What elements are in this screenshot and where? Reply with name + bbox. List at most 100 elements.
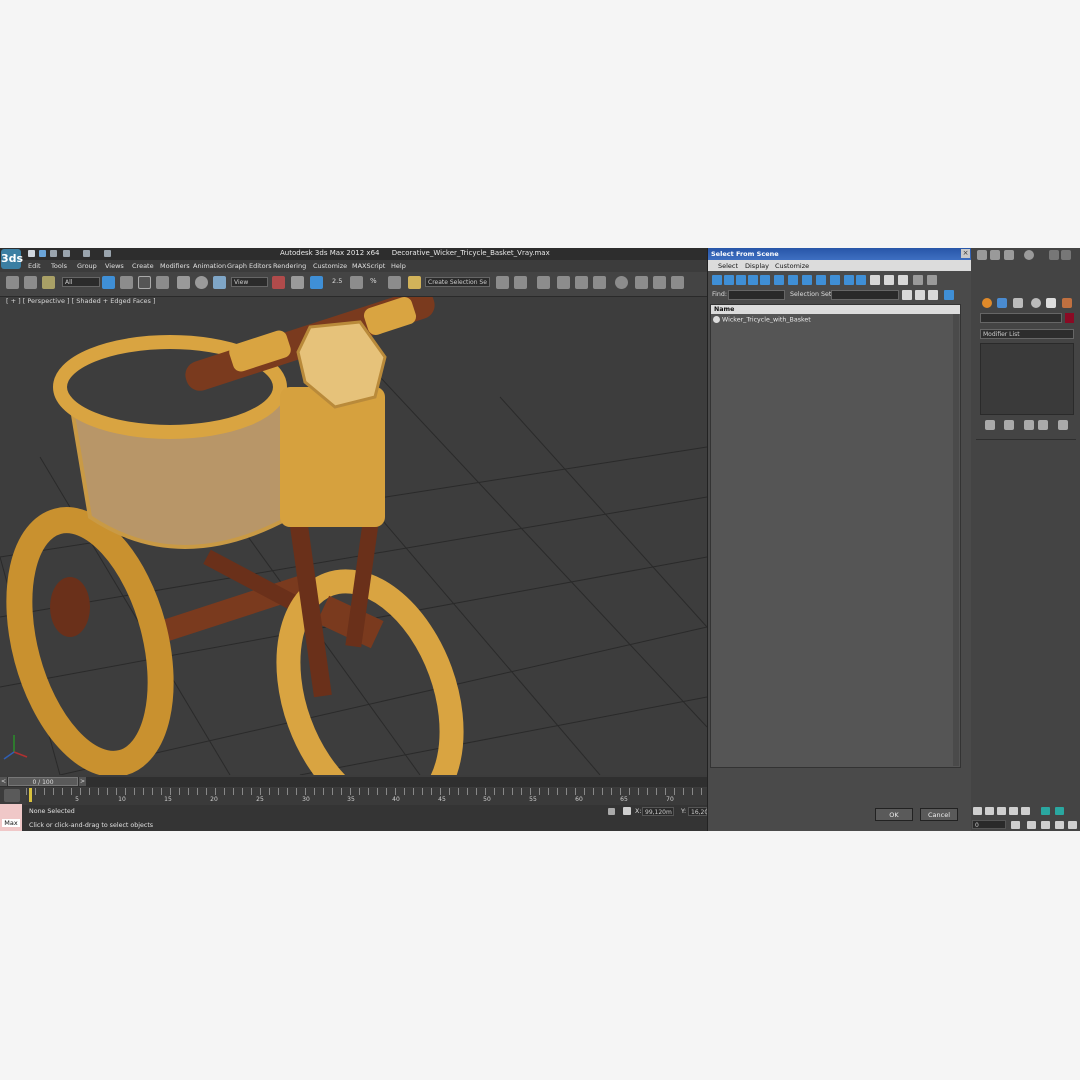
pin-stack-icon[interactable] xyxy=(985,420,995,430)
material-editor-icon[interactable] xyxy=(615,276,628,289)
menu-graph-editors[interactable]: Graph Editors xyxy=(227,262,272,270)
reference-coord-dropdown[interactable]: View xyxy=(231,277,268,287)
hierarchy-tab-icon[interactable] xyxy=(1013,298,1023,308)
menu-animation[interactable]: Animation xyxy=(193,262,226,270)
mini-curve-editor-icon[interactable] xyxy=(4,789,20,802)
viewport-label[interactable]: [ + ] [ Perspective ] [ Shaded + Edged F… xyxy=(6,297,156,305)
column-name-header[interactable]: Name xyxy=(714,306,734,313)
pan-view-icon[interactable] xyxy=(1041,821,1050,829)
scene-object-list[interactable]: Name Wicker_Tricycle_with_Basket xyxy=(710,304,961,768)
current-frame-field[interactable]: 0 xyxy=(972,820,1006,829)
display-lights-icon[interactable] xyxy=(736,275,746,285)
restore-icon[interactable] xyxy=(1061,250,1071,260)
select-none-icon[interactable] xyxy=(884,275,894,285)
menu-create[interactable]: Create xyxy=(132,262,154,270)
make-unique-icon[interactable] xyxy=(1024,420,1034,430)
link-icon[interactable] xyxy=(6,276,19,289)
keyboard-shortcut-override-icon[interactable] xyxy=(310,276,323,289)
go-to-end-icon[interactable] xyxy=(1021,807,1030,815)
menu-customize[interactable]: Customize xyxy=(313,262,347,270)
filter-options-icon[interactable] xyxy=(927,275,937,285)
x-coord-field[interactable]: 99,120m xyxy=(642,807,674,816)
align-icon[interactable] xyxy=(514,276,527,289)
time-slider[interactable]: 0 / 100 < > xyxy=(0,777,707,787)
field-of-view-icon[interactable] xyxy=(1027,821,1036,829)
layer-manager-icon[interactable] xyxy=(537,276,550,289)
display-bones-icon[interactable] xyxy=(816,275,826,285)
undo-icon[interactable] xyxy=(63,250,70,257)
edit-selection-set-icon[interactable] xyxy=(928,290,938,300)
time-prev-icon[interactable]: < xyxy=(0,777,7,786)
modifier-list-dropdown[interactable]: Modifier List xyxy=(980,329,1074,339)
select-by-name-icon[interactable] xyxy=(120,276,133,289)
display-helpers-icon[interactable] xyxy=(760,275,770,285)
save-file-icon[interactable] xyxy=(50,250,57,257)
display-containers-icon[interactable] xyxy=(830,275,840,285)
project-folder-icon[interactable] xyxy=(104,250,111,257)
redo-icon[interactable] xyxy=(83,250,90,257)
lock-icon[interactable] xyxy=(608,808,615,815)
utilities-tab-icon[interactable] xyxy=(1062,298,1072,308)
help-icon[interactable] xyxy=(1024,250,1034,260)
remove-selection-set-icon[interactable] xyxy=(915,290,925,300)
track-bar[interactable]: 5 10 15 20 25 30 35 40 45 50 55 60 65 70 xyxy=(26,788,707,805)
spinner-snap-icon[interactable] xyxy=(388,276,401,289)
cancel-button[interactable]: Cancel xyxy=(920,808,958,821)
render-setup-icon[interactable] xyxy=(635,276,648,289)
edit-named-selection-icon[interactable] xyxy=(408,276,421,289)
y-coord-field[interactable]: 16,20 xyxy=(688,807,708,816)
named-selection-dropdown[interactable]: Create Selection Se xyxy=(425,277,490,287)
time-slider-thumb[interactable]: 0 / 100 xyxy=(8,777,78,786)
display-shapes-icon[interactable] xyxy=(724,275,734,285)
zoom-extents-icon[interactable] xyxy=(1041,807,1050,815)
display-groups-icon[interactable] xyxy=(788,275,798,285)
go-to-start-icon[interactable] xyxy=(973,807,982,815)
time-configuration-icon[interactable] xyxy=(1011,821,1020,829)
graphite-ribbon-icon[interactable] xyxy=(557,276,570,289)
menu-tools[interactable]: Tools xyxy=(51,262,67,270)
app-logo-icon[interactable]: 3ds xyxy=(1,249,23,269)
list-item[interactable]: Wicker_Tricycle_with_Basket xyxy=(713,316,811,324)
menu-modifiers[interactable]: Modifiers xyxy=(160,262,190,270)
menu-views[interactable]: Views xyxy=(105,262,124,270)
unlink-icon[interactable] xyxy=(24,276,37,289)
selection-filter-dropdown[interactable]: All xyxy=(62,277,100,287)
ok-button[interactable]: OK xyxy=(875,808,913,821)
display-xrefs-icon[interactable] xyxy=(802,275,812,285)
rect-selection-icon[interactable] xyxy=(138,276,151,289)
object-color-swatch[interactable] xyxy=(1065,313,1074,323)
minimize-icon[interactable] xyxy=(1049,250,1059,260)
tools-icon[interactable] xyxy=(977,250,987,260)
display-spacewarps-icon[interactable] xyxy=(774,275,784,285)
schematic-view-icon[interactable] xyxy=(593,276,606,289)
new-file-icon[interactable] xyxy=(28,250,35,257)
list-header[interactable]: Name xyxy=(711,305,960,314)
dialog-menu-customize[interactable]: Customize xyxy=(775,262,809,270)
rendered-frame-window-icon[interactable] xyxy=(653,276,666,289)
configure-modifier-sets-icon[interactable] xyxy=(1058,420,1068,430)
display-geometry-icon[interactable] xyxy=(712,275,722,285)
dialog-menu-select[interactable]: Select xyxy=(718,262,738,270)
bind-space-warp-icon[interactable] xyxy=(42,276,55,289)
window-crossing-icon[interactable] xyxy=(156,276,169,289)
previous-frame-icon[interactable] xyxy=(985,807,994,815)
mirror-icon[interactable] xyxy=(496,276,509,289)
viewport-scene[interactable] xyxy=(0,297,707,775)
display-hidden-icon[interactable] xyxy=(856,275,866,285)
find-input[interactable] xyxy=(728,290,785,300)
menu-edit[interactable]: Edit xyxy=(28,262,41,270)
pivot-center-icon[interactable] xyxy=(272,276,285,289)
object-name-field[interactable] xyxy=(980,313,1062,323)
favorites-star-icon[interactable] xyxy=(1004,250,1014,260)
info-center-icon[interactable] xyxy=(990,250,1000,260)
next-frame-icon[interactable] xyxy=(1009,807,1018,815)
select-all-icon[interactable] xyxy=(870,275,880,285)
curve-editor-icon[interactable] xyxy=(575,276,588,289)
show-end-result-icon[interactable] xyxy=(1004,420,1014,430)
menu-group[interactable]: Group xyxy=(77,262,97,270)
render-production-icon[interactable] xyxy=(671,276,684,289)
dialog-close-icon[interactable]: × xyxy=(961,249,970,258)
selection-set-dropdown[interactable] xyxy=(831,290,899,300)
play-icon[interactable] xyxy=(997,807,1006,815)
add-selection-set-icon[interactable] xyxy=(902,290,912,300)
